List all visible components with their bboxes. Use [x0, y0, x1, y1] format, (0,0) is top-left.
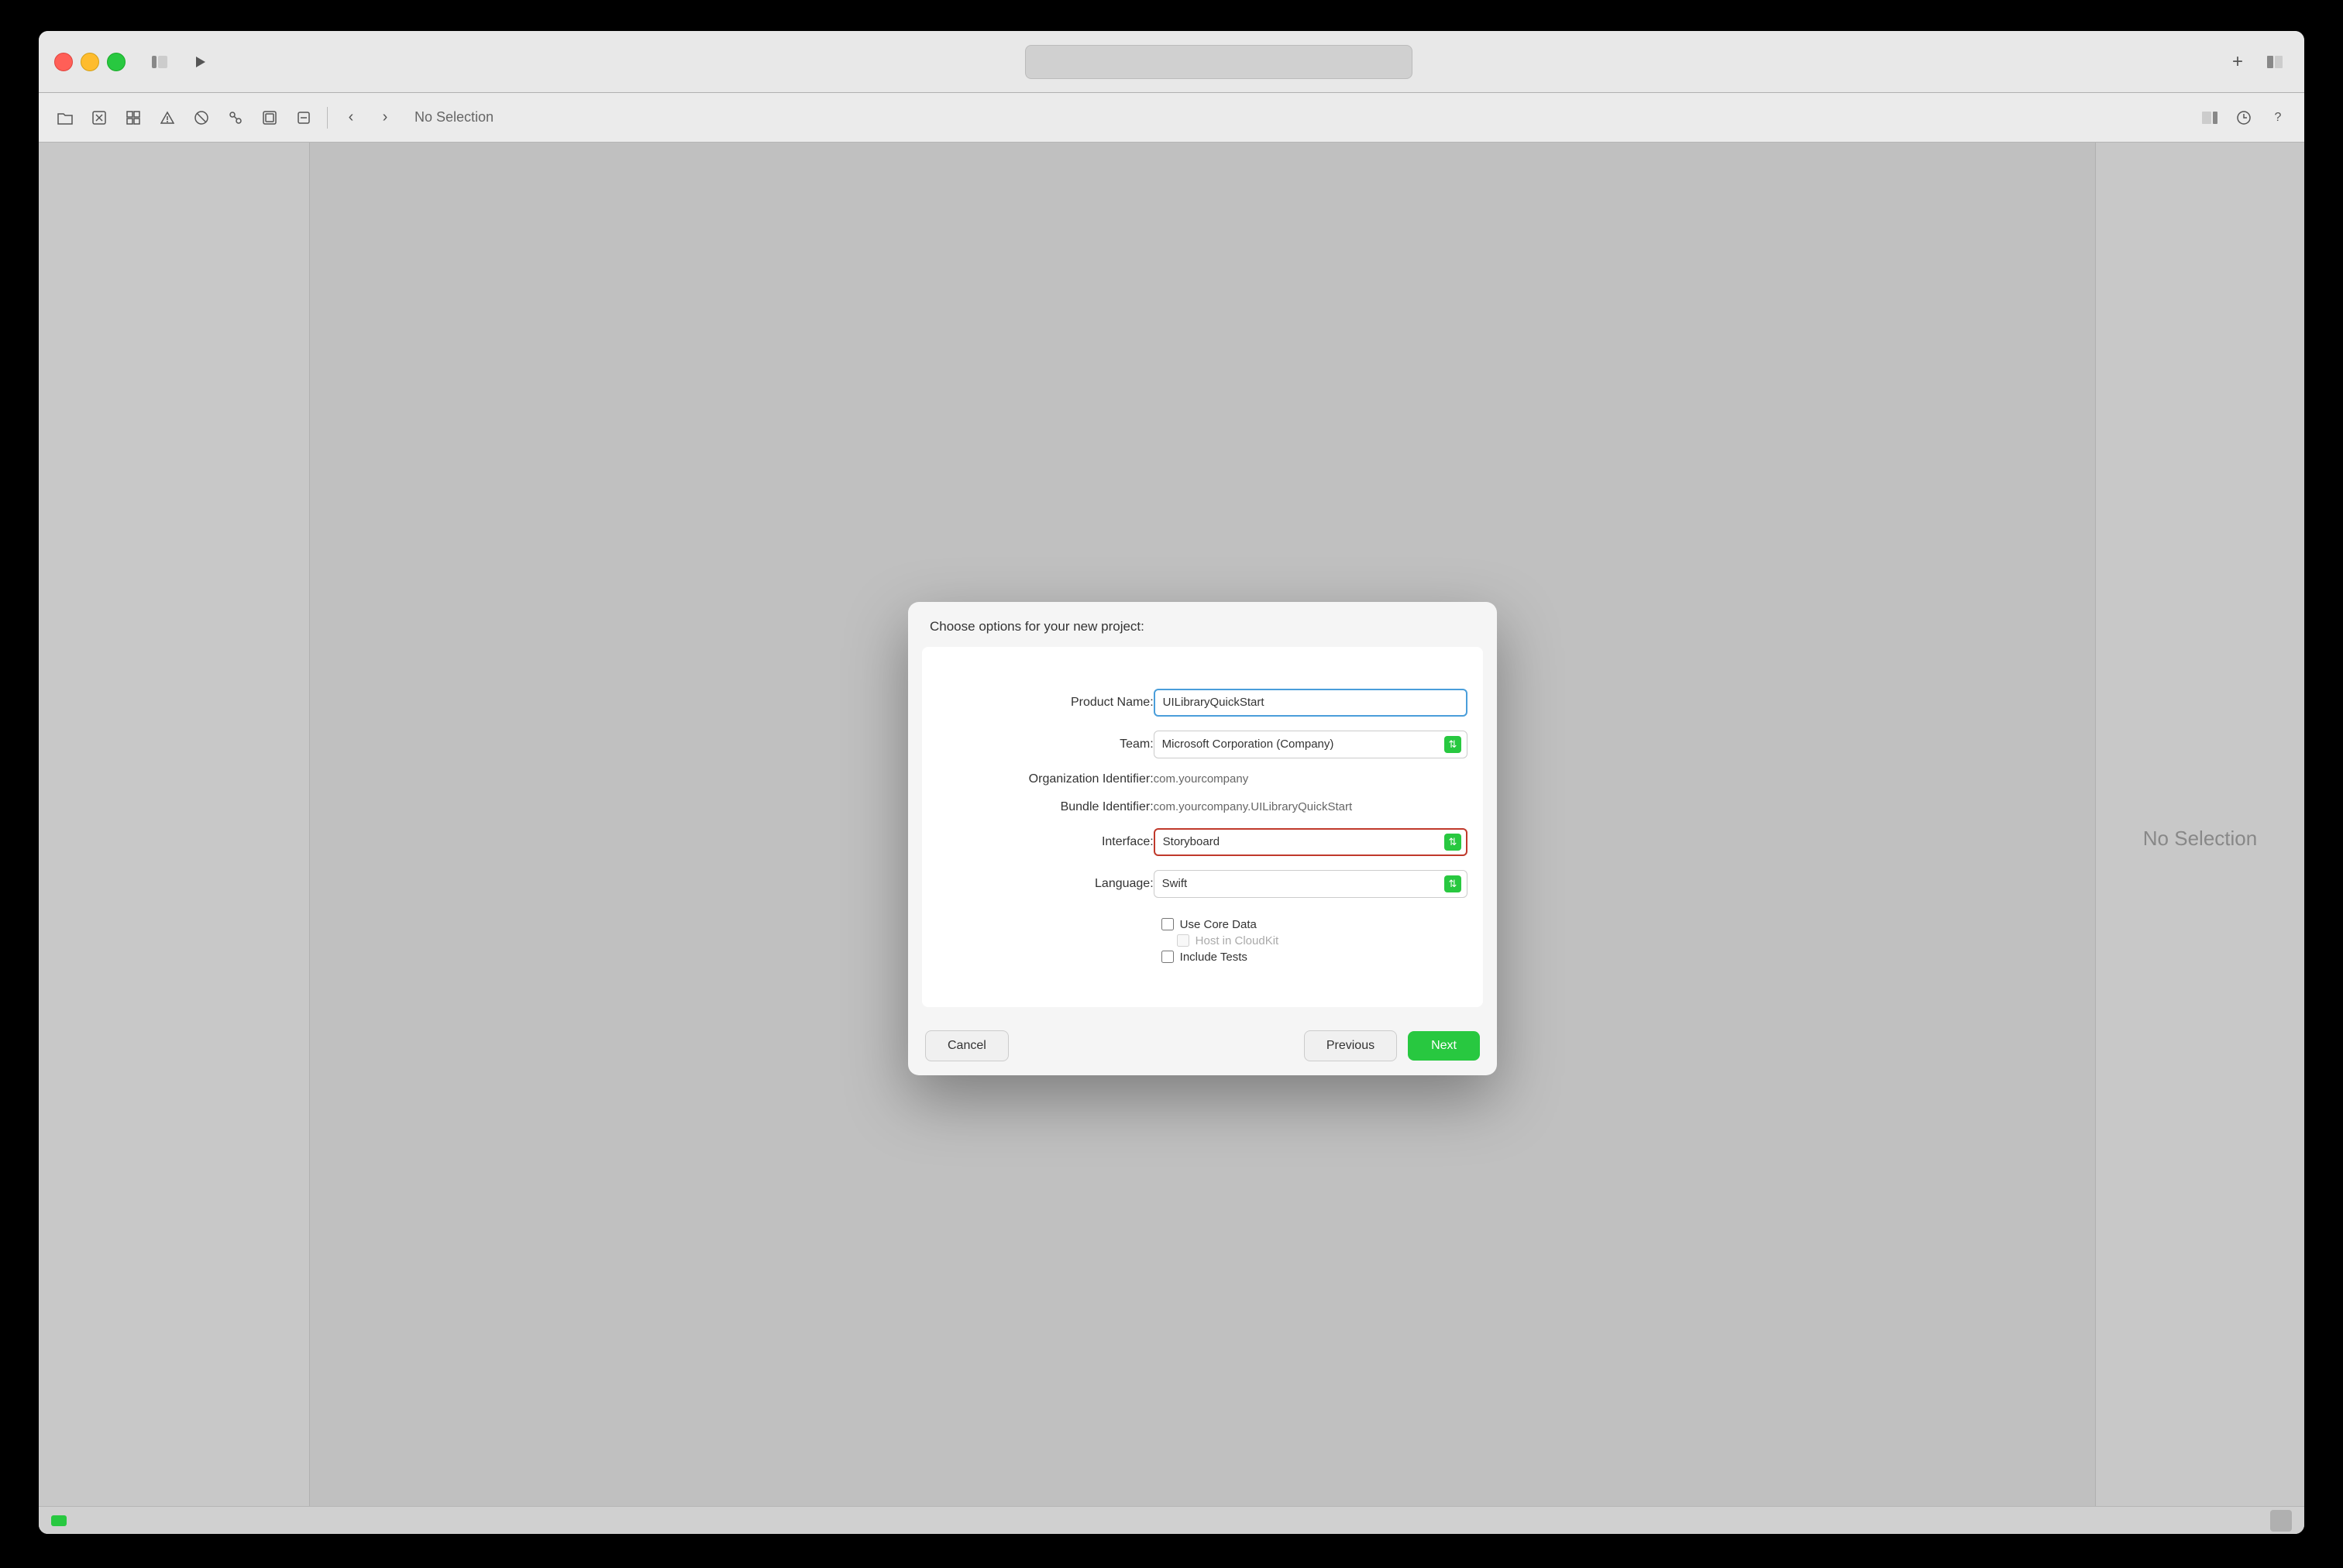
minimize-button[interactable]	[81, 53, 99, 71]
traffic-lights	[54, 53, 126, 71]
maximize-button[interactable]	[107, 53, 126, 71]
form-table: Product Name: Team:	[938, 678, 1467, 976]
dialog-title: Choose options for your new project:	[908, 602, 1497, 634]
host-in-cloudkit-label: Host in CloudKit	[1196, 934, 1279, 947]
right-panel: No Selection	[2095, 143, 2304, 1534]
run-button[interactable]	[186, 48, 214, 76]
org-identifier-row: Organization Identifier: com.yourcompany	[938, 769, 1467, 789]
right-panel-no-selection: No Selection	[2143, 827, 2257, 851]
no-selection-label: No Selection	[405, 105, 503, 130]
checkboxes-field: Use Core Data Host in CloudKit	[1154, 909, 1467, 968]
add-button[interactable]: +	[2224, 48, 2252, 76]
interface-select-wrapper: Storyboard SwiftUI ⇅	[1154, 828, 1467, 856]
nav-forward-button[interactable]: ›	[371, 104, 399, 132]
status-indicator	[51, 1515, 67, 1526]
status-bar	[39, 1506, 2304, 1534]
folder-button[interactable]	[51, 104, 79, 132]
memory-button[interactable]	[256, 104, 284, 132]
close-button[interactable]	[54, 53, 73, 71]
layout-button[interactable]	[2261, 48, 2289, 76]
include-tests-row: Include Tests	[1161, 949, 1467, 965]
use-core-data-label: Use Core Data	[1180, 918, 1257, 931]
team-row: Team: Microsoft Corporation (Company) ⇅	[938, 727, 1467, 762]
checkboxes-row: Use Core Data Host in CloudKit	[938, 909, 1467, 968]
interface-row: Interface: Storyboard SwiftUI ⇅	[938, 825, 1467, 859]
use-core-data-row: Use Core Data	[1161, 916, 1467, 933]
toolbar: ‹ › No Selection ?	[39, 93, 2304, 143]
language-row: Language: Swift Objective-C ⇅	[938, 867, 1467, 901]
new-project-dialog: Choose options for your new project: Pro…	[908, 602, 1497, 1075]
team-select[interactable]: Microsoft Corporation (Company)	[1154, 731, 1467, 758]
inspector-toggle-button[interactable]	[2196, 104, 2224, 132]
dialog-footer: Cancel Previous Next	[908, 1020, 1497, 1075]
help-button[interactable]: ?	[2264, 104, 2292, 132]
xcode-window: +	[39, 31, 2304, 1534]
product-name-input[interactable]	[1154, 689, 1467, 717]
status-icon	[2270, 1510, 2292, 1532]
language-select-wrapper: Swift Objective-C ⇅	[1154, 870, 1467, 898]
status-bar-right	[2270, 1510, 2292, 1532]
titlebar: +	[39, 31, 2304, 93]
warning-button[interactable]	[153, 104, 181, 132]
bundle-identifier-row: Bundle Identifier: com.yourcompany.UILib…	[938, 797, 1467, 817]
checkboxes-label	[938, 909, 1154, 968]
dialog-body: Product Name: Team:	[922, 647, 1483, 1007]
host-in-cloudkit-checkbox[interactable]	[1177, 934, 1189, 947]
team-field: Microsoft Corporation (Company) ⇅	[1154, 727, 1467, 762]
pen-button[interactable]	[290, 104, 318, 132]
include-tests-checkbox[interactable]	[1161, 951, 1174, 963]
host-in-cloudkit-row: Host in CloudKit	[1161, 933, 1467, 949]
next-button[interactable]: Next	[1408, 1031, 1480, 1061]
left-panel	[39, 143, 310, 1534]
history-button[interactable]	[2230, 104, 2258, 132]
dialog-overlay: Choose options for your new project: Pro…	[310, 143, 2095, 1534]
product-name-label: Product Name:	[938, 686, 1154, 720]
previous-button[interactable]: Previous	[1304, 1030, 1397, 1061]
product-name-row: Product Name:	[938, 686, 1467, 720]
cancel-button[interactable]: Cancel	[925, 1030, 1009, 1061]
center-panel: Choose options for your new project: Pro…	[310, 143, 2095, 1534]
team-select-wrapper: Microsoft Corporation (Company) ⇅	[1154, 731, 1467, 758]
search-bar	[1025, 45, 1412, 79]
sidebar-toggle-button[interactable]	[146, 48, 174, 76]
footer-right: Previous Next	[1304, 1030, 1480, 1061]
org-identifier-field: com.yourcompany	[1154, 769, 1467, 789]
language-label: Language:	[938, 867, 1154, 901]
interface-select[interactable]: Storyboard SwiftUI	[1154, 828, 1467, 856]
git-button[interactable]	[222, 104, 249, 132]
titlebar-right: +	[2224, 48, 2289, 76]
bundle-identifier-label: Bundle Identifier:	[938, 797, 1154, 817]
toolbar-divider-1	[327, 107, 328, 129]
checkboxes-section: Use Core Data Host in CloudKit	[1154, 912, 1467, 965]
main-content: Choose options for your new project: Pro…	[39, 143, 2304, 1534]
nav-back-button[interactable]: ‹	[337, 104, 365, 132]
use-core-data-checkbox[interactable]	[1161, 918, 1174, 930]
team-label: Team:	[938, 727, 1154, 762]
language-select[interactable]: Swift Objective-C	[1154, 870, 1467, 898]
org-identifier-value: com.yourcompany	[1154, 769, 1249, 789]
close-tab-button[interactable]	[85, 104, 113, 132]
org-identifier-label: Organization Identifier:	[938, 769, 1154, 789]
product-name-field	[1154, 686, 1467, 720]
include-tests-label: Include Tests	[1180, 951, 1247, 964]
interface-label: Interface:	[938, 825, 1154, 859]
hierarchy-button[interactable]	[119, 104, 147, 132]
stop-button[interactable]	[188, 104, 215, 132]
bundle-identifier-value: com.yourcompany.UILibraryQuickStart	[1154, 797, 1352, 817]
language-field: Swift Objective-C ⇅	[1154, 867, 1467, 901]
bundle-identifier-field: com.yourcompany.UILibraryQuickStart	[1154, 797, 1467, 817]
interface-field: Storyboard SwiftUI ⇅	[1154, 825, 1467, 859]
